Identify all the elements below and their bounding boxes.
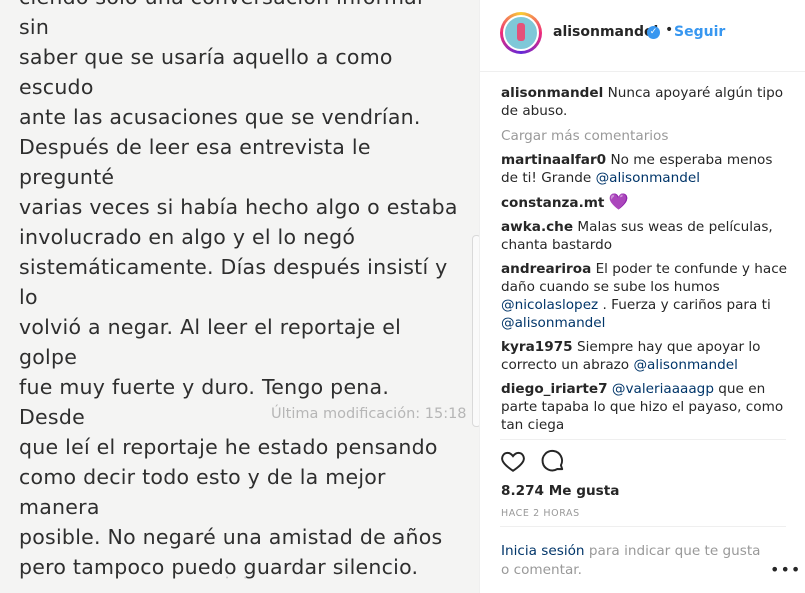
post-side-panel: alisonmandel ✓ • Seguir alisonmandel Nun… — [479, 0, 805, 593]
caption-username[interactable]: alisonmandel — [501, 85, 603, 101]
comment-mention[interactable]: @nicolaslopez — [501, 297, 598, 313]
comment-mention[interactable]: @alisonmandel — [501, 315, 605, 331]
post-header: alisonmandel ✓ • Seguir — [480, 0, 805, 72]
image-pagination-dots: • • — [225, 574, 254, 582]
post-image: ciendo solo una conversación informal si… — [0, 0, 479, 593]
comment-item: diego_iriarte7 @valeriaaaagp que en part… — [501, 380, 793, 434]
divider — [500, 526, 786, 527]
comment-item: kyra1975 Siempre hay que apoyar lo corre… — [501, 338, 793, 374]
comment-bubble-icon[interactable] — [540, 448, 568, 476]
like-heart-icon[interactable] — [500, 448, 528, 476]
comment-username[interactable]: martinaalfar0 — [501, 152, 606, 168]
comment-username[interactable]: kyra1975 — [501, 339, 573, 355]
note-body-text: ciendo solo una conversación informal si… — [19, 0, 458, 579]
instagram-post-view: ciendo solo una conversación informal si… — [0, 0, 805, 593]
note-last-modified: Última modificación: 15:18 — [271, 406, 467, 422]
post-author-username[interactable]: alisonmandel — [553, 24, 658, 40]
comment-username[interactable]: awka.che — [501, 219, 573, 235]
avatar-photo — [503, 15, 539, 51]
comment-item: constanza.mt 💜 — [501, 193, 793, 212]
comment-mention[interactable]: @alisonmandel — [596, 170, 700, 186]
note-scrollbar — [472, 235, 479, 427]
avatar-figure — [517, 23, 525, 41]
comment-item: awka.che Malas sus weas de películas, ch… — [501, 218, 793, 254]
avatar[interactable] — [500, 12, 542, 54]
comment-mention[interactable]: @valeriaaaagp — [612, 381, 714, 397]
more-options-icon[interactable]: ••• — [770, 560, 801, 579]
comments-list: alisonmandel Nunca apoyaré algún tipo de… — [501, 84, 793, 440]
comment-text-continued: . Fuerza y cariños para ti — [598, 297, 771, 313]
follow-button[interactable]: Seguir — [674, 24, 725, 40]
comment-username[interactable]: diego_iriarte7 — [501, 381, 608, 397]
comment-item: andreariroa El poder te confunde y hace … — [501, 260, 793, 332]
post-timestamp: HACE 2 HORAS — [501, 508, 580, 519]
caption: alisonmandel Nunca apoyaré algún tipo de… — [501, 84, 793, 120]
comment-item: martinaalfar0 No me esperaba menos de ti… — [501, 151, 793, 187]
verified-badge-icon: ✓ — [647, 26, 660, 39]
comment-username[interactable]: constanza.mt — [501, 195, 604, 211]
like-count[interactable]: 8.274 Me gusta — [501, 483, 619, 499]
login-link[interactable]: Inicia sesión — [501, 543, 585, 559]
comment-mention[interactable]: @alisonmandel — [633, 357, 737, 373]
divider — [500, 439, 786, 440]
purple-heart-emoji: 💜 — [608, 192, 629, 211]
header-separator: • — [665, 22, 674, 38]
comment-username[interactable]: andreariroa — [501, 261, 591, 277]
load-more-comments-button[interactable]: Cargar más comentarios — [501, 127, 793, 145]
login-prompt: Inicia sesión para indicar que te gusta … — [501, 542, 771, 580]
